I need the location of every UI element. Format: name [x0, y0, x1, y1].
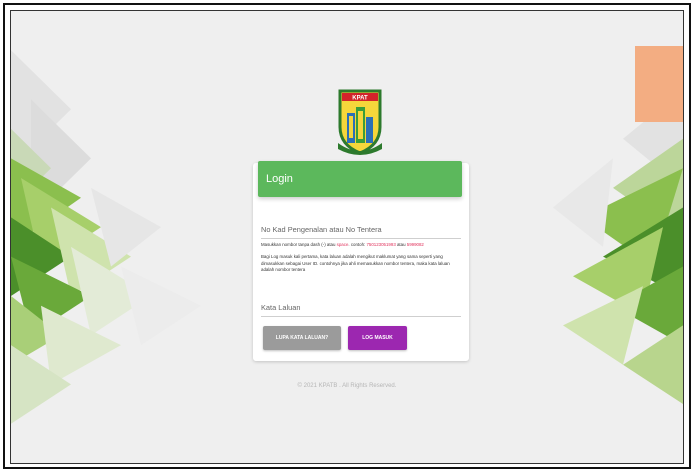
help-prefix: Masukkan nombor tanpa dash (-) atau — [261, 242, 337, 247]
help-example-ic: 750123051993 — [366, 242, 396, 247]
id-input[interactable] — [261, 238, 461, 239]
password-input[interactable] — [261, 316, 461, 317]
browser-frame: KPAT Login No Kad Pengenalan atau No Ten… — [3, 3, 691, 469]
id-field-label: No Kad Pengenalan atau No Tentera — [261, 225, 382, 234]
page-background: KPAT Login No Kad Pengenalan atau No Ten… — [10, 10, 684, 464]
help-or: atau — [395, 242, 407, 247]
kpat-logo: KPAT — [338, 89, 382, 155]
footer-copyright: © 2021 KPATB . All Rights Reserved. — [297, 383, 397, 389]
login-card: Login No Kad Pengenalan atau No Tentera … — [253, 161, 469, 361]
first-login-help: Bagi Log masuk kali pertama, kata laluan… — [261, 254, 450, 272]
login-card-header: Login — [258, 161, 462, 197]
corner-accent-block — [635, 46, 683, 122]
id-help-text: Masukkan nombor tanpa dash (-) atau spac… — [261, 242, 461, 249]
decorative-triangles-left — [11, 50, 201, 424]
help-example-word: space — [336, 242, 349, 247]
password-field-label: Kata Laluan — [261, 303, 301, 312]
forgot-password-button[interactable]: LUPA KATA LALUAN? — [263, 326, 341, 350]
help-middle: . contoh: — [348, 242, 367, 247]
help-example-army: 5999082 — [406, 242, 424, 247]
login-button[interactable]: LOG MASUK — [348, 326, 407, 350]
logo-text: KPAT — [352, 96, 368, 102]
